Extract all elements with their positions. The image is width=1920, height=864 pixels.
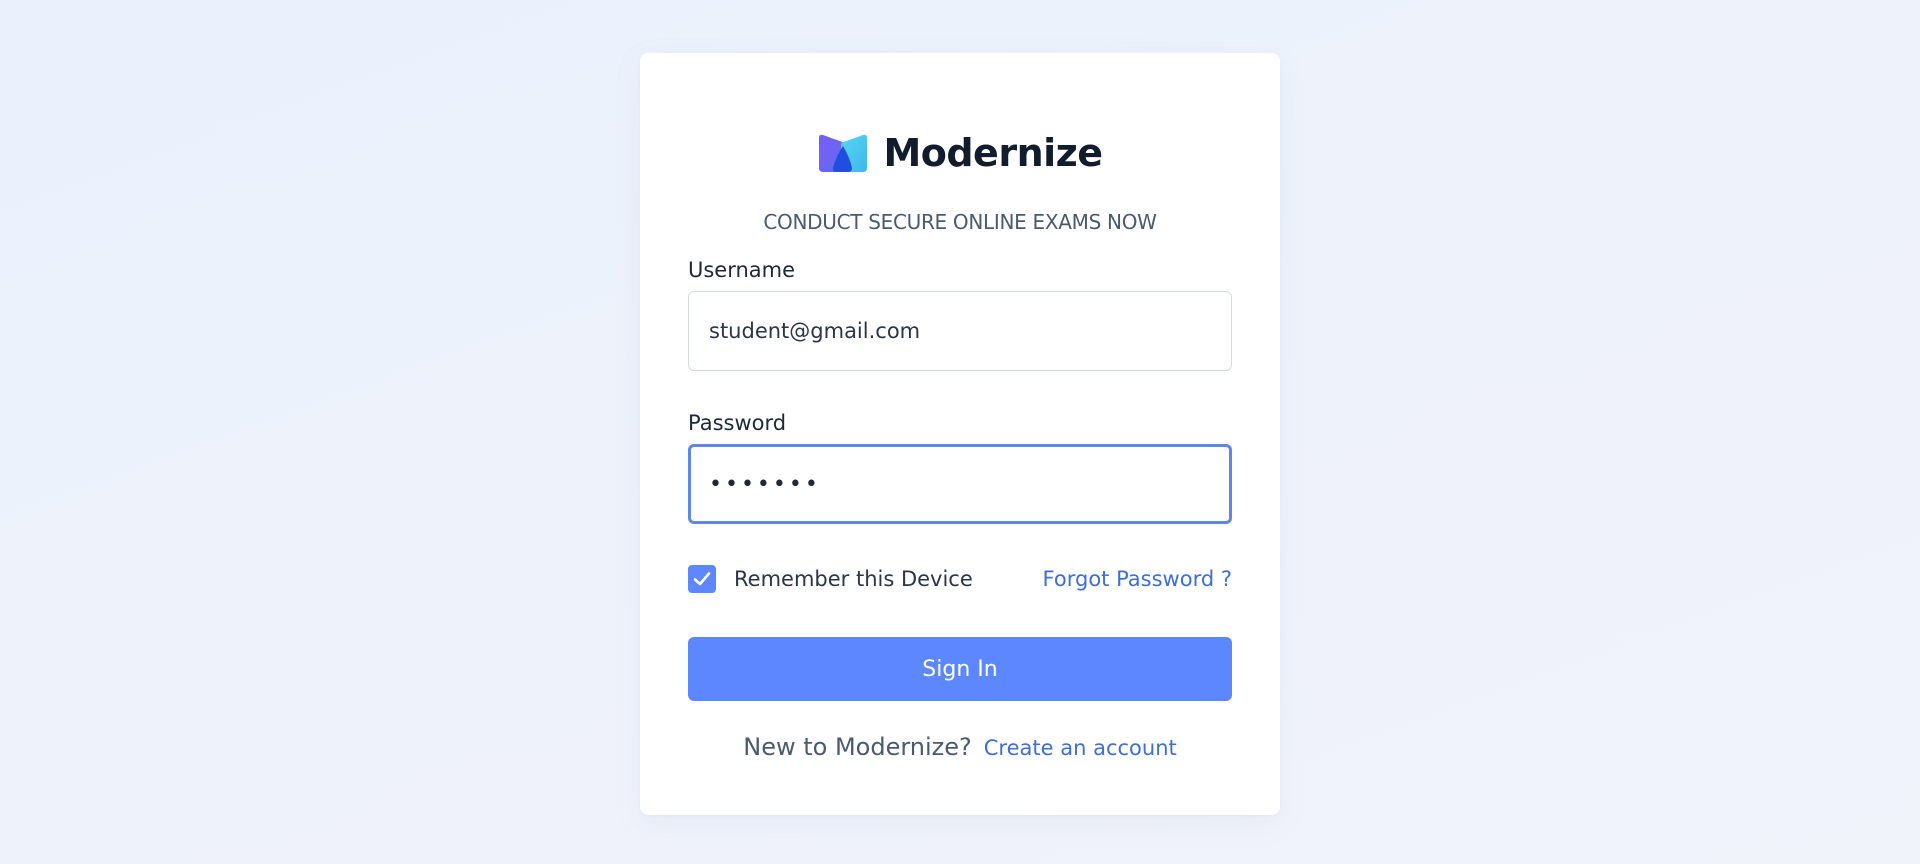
- create-account-link[interactable]: Create an account: [984, 736, 1177, 760]
- username-value: student@gmail.com: [709, 319, 921, 343]
- username-label: Username: [688, 258, 796, 282]
- login-card: Modernize CONDUCT SECURE ONLINE EXAMS NO…: [640, 53, 1280, 815]
- forgot-password-link[interactable]: Forgot Password ?: [1043, 567, 1232, 591]
- sign-in-button[interactable]: Sign In: [688, 637, 1232, 701]
- new-user-prompt: New to Modernize?: [743, 733, 972, 761]
- tagline: CONDUCT SECURE ONLINE EXAMS NOW: [763, 210, 1157, 234]
- password-label: Password: [688, 411, 787, 435]
- username-input[interactable]: student@gmail.com: [688, 291, 1232, 371]
- modernize-logo-icon: [819, 134, 868, 172]
- remember-checkbox[interactable]: [688, 565, 716, 593]
- brand-name: Modernize: [883, 131, 1103, 175]
- password-value: •••••••: [709, 471, 821, 497]
- remember-device[interactable]: Remember this Device: [688, 565, 973, 593]
- signup-footer: New to Modernize? Create an account: [640, 733, 1280, 761]
- check-icon: [693, 572, 711, 586]
- remember-label: Remember this Device: [734, 567, 973, 591]
- brand-header: Modernize: [640, 131, 1280, 175]
- password-input[interactable]: •••••••: [688, 444, 1232, 524]
